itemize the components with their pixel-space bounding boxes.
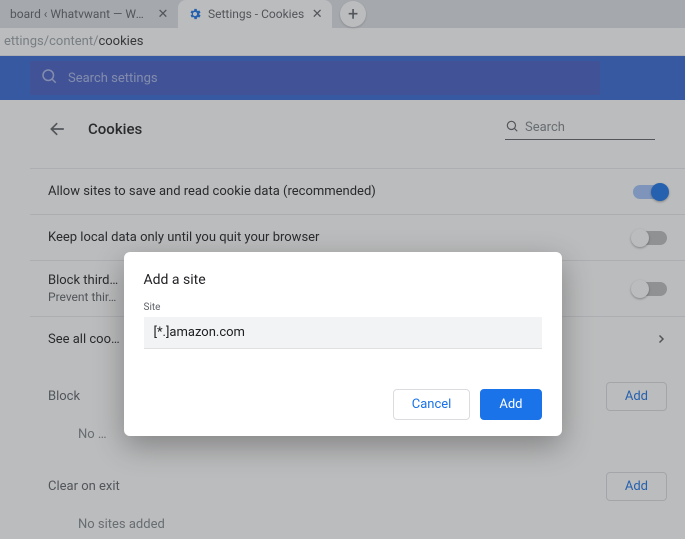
site-field-label: Site <box>144 302 542 313</box>
add-site-dialog: Add a site Site Cancel Add <box>124 252 562 436</box>
add-button[interactable]: Add <box>480 389 541 420</box>
cancel-button[interactable]: Cancel <box>393 389 471 420</box>
dialog-title: Add a site <box>144 272 542 288</box>
site-input[interactable] <box>144 317 542 349</box>
modal-scrim[interactable]: Add a site Site Cancel Add <box>0 0 685 539</box>
